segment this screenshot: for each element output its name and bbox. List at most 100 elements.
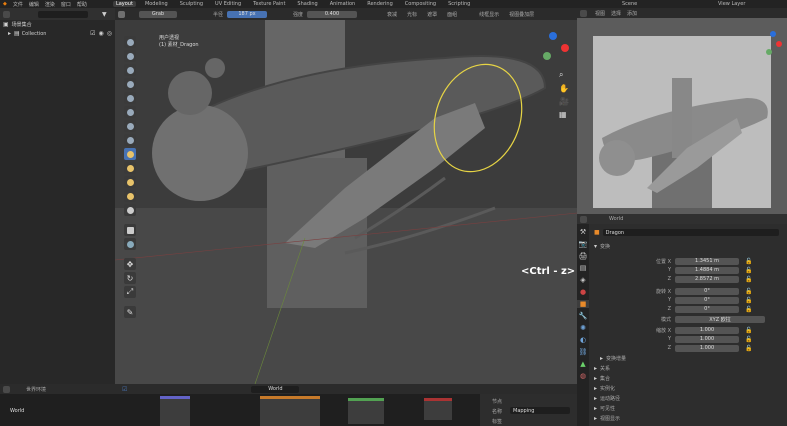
- node-editor-type-icon[interactable]: [3, 385, 10, 393]
- render-camera-icon[interactable]: ◎: [107, 30, 112, 37]
- viewport-overlay-menu[interactable]: 视图叠加层: [509, 11, 534, 18]
- tab-uv-editing[interactable]: UV Editing: [212, 1, 244, 7]
- preview-gizmo-z-icon[interactable]: [770, 31, 776, 37]
- node-name-field[interactable]: Mapping: [510, 407, 570, 414]
- instancing-expand-icon[interactable]: ▸: [594, 385, 597, 392]
- modifier-tab-icon[interactable]: 🔧: [577, 312, 589, 320]
- location-y-field[interactable]: 1.4884 m: [675, 266, 739, 274]
- thumb-tool[interactable]: [124, 176, 136, 188]
- tool-tab-icon[interactable]: ⚒: [577, 228, 589, 236]
- preview-add-menu[interactable]: 添加: [627, 10, 637, 17]
- data-tab-icon[interactable]: ▲: [577, 360, 589, 368]
- scale-z-lock-icon[interactable]: 🔓: [745, 345, 752, 352]
- outliner-editor-icon[interactable]: [3, 10, 10, 18]
- visibility-section[interactable]: ▸ 可见性: [591, 404, 785, 413]
- rotation-z-field[interactable]: 0°: [675, 305, 739, 313]
- rotation-x-field[interactable]: 0°: [675, 287, 739, 295]
- output-tab-icon[interactable]: 🖨: [577, 252, 589, 260]
- pan-hand-icon[interactable]: ✋: [559, 84, 571, 93]
- editor-type-icon[interactable]: [118, 10, 125, 18]
- delta-expand-icon[interactable]: ▸: [600, 355, 603, 362]
- gizmo-y-axis-icon[interactable]: [543, 52, 551, 60]
- mesh-filter-tool[interactable]: [124, 238, 136, 250]
- tab-layout[interactable]: Layout: [112, 1, 136, 7]
- location-z-field[interactable]: 2.8572 m: [675, 275, 739, 283]
- menu-window[interactable]: 窗口: [61, 1, 71, 8]
- node-editor-mode[interactable]: 世界环境: [26, 386, 46, 393]
- preview-viewport[interactable]: 视图 选择 添加: [577, 8, 787, 214]
- scale-x-lock-icon[interactable]: 🔓: [745, 327, 752, 334]
- strength-field[interactable]: 0.400: [307, 10, 358, 18]
- tab-rendering[interactable]: Rendering: [364, 1, 396, 7]
- world-datablock-field[interactable]: World: [251, 385, 300, 393]
- menu-file[interactable]: 文件: [13, 1, 23, 8]
- rotation-y-field[interactable]: 0°: [675, 296, 739, 304]
- node-output[interactable]: [424, 398, 452, 420]
- view-layer-tab-icon[interactable]: ▤: [577, 264, 589, 272]
- crease-tool[interactable]: [124, 134, 136, 146]
- outliner-search-input[interactable]: [38, 10, 88, 18]
- location-x-lock-icon[interactable]: 🔓: [745, 258, 752, 265]
- box-mask-tool[interactable]: [124, 224, 136, 236]
- rotation-mode-select[interactable]: XYZ 欧拉: [675, 315, 765, 323]
- visibility-checkbox-icon[interactable]: ☑: [90, 30, 95, 37]
- location-y-lock-icon[interactable]: 🔓: [745, 267, 752, 274]
- mask-tool[interactable]: [124, 204, 136, 216]
- preview-gizmo-y-icon[interactable]: [766, 49, 772, 55]
- gizmo-x-axis-icon[interactable]: [561, 44, 569, 52]
- rotate-tool[interactable]: ↻: [124, 272, 136, 284]
- camera-icon[interactable]: 🎥: [559, 97, 571, 106]
- scale-z-field[interactable]: 1.000: [675, 344, 739, 352]
- preview-gizmo[interactable]: [763, 30, 783, 60]
- pose-tool[interactable]: [124, 190, 136, 202]
- object-tab-icon[interactable]: ■: [577, 300, 589, 308]
- mask-menu[interactable]: 遮罩: [427, 11, 437, 18]
- outliner-collection-row[interactable]: ▸ ▤ Collection ☑ ◉ ◎: [0, 29, 115, 38]
- navigation-gizmo[interactable]: [535, 30, 571, 66]
- rotation-z-lock-icon[interactable]: 🔓: [745, 306, 752, 313]
- grid-icon[interactable]: ▦: [559, 110, 571, 119]
- tab-scripting[interactable]: Scripting: [445, 1, 473, 7]
- preview-view-menu[interactable]: 视图: [595, 10, 605, 17]
- relations-expand-icon[interactable]: ▸: [594, 365, 597, 372]
- filter-icon[interactable]: ▼: [102, 11, 107, 18]
- clay-strips-tool[interactable]: [124, 78, 136, 90]
- use-nodes-checkbox-icon[interactable]: ☑: [122, 386, 127, 393]
- location-x-field[interactable]: 1.3451 m: [675, 257, 739, 265]
- scale-x-field[interactable]: 1.000: [675, 326, 739, 334]
- scene-tab-icon[interactable]: ◈: [577, 276, 589, 284]
- view-layer-selector[interactable]: View Layer: [718, 1, 745, 7]
- render-tab-icon[interactable]: 📷: [577, 240, 589, 248]
- collections-expand-icon[interactable]: ▸: [594, 375, 597, 382]
- relations-section[interactable]: ▸ 关系: [591, 364, 785, 373]
- outliner-scene-row[interactable]: ▣ 场景集合: [0, 20, 115, 29]
- location-z-lock-icon[interactable]: 🔓: [745, 276, 752, 283]
- transform-expand-icon[interactable]: ▾: [594, 243, 597, 250]
- tab-shading[interactable]: Shading: [294, 1, 320, 7]
- falloff-menu[interactable]: 衰减: [387, 11, 397, 18]
- node-mapping[interactable]: [160, 396, 190, 426]
- visibility-expand-icon[interactable]: ▸: [594, 405, 597, 412]
- menu-edit[interactable]: 编辑: [29, 1, 39, 8]
- delta-transform-section[interactable]: ▸ 变换增量: [597, 354, 785, 363]
- particles-tab-icon[interactable]: ✺: [577, 324, 589, 332]
- clay-tool[interactable]: [124, 64, 136, 76]
- constraints-tab-icon[interactable]: ⛓: [577, 348, 589, 356]
- layer-tool[interactable]: [124, 92, 136, 104]
- tab-sculpting[interactable]: Sculpting: [177, 1, 206, 7]
- collections-section[interactable]: ▸ 集合: [591, 374, 785, 383]
- transform-section-header[interactable]: ▾ 变换: [591, 242, 785, 251]
- physics-tab-icon[interactable]: ◐: [577, 336, 589, 344]
- snake-hook-tool[interactable]: [124, 162, 136, 174]
- viewport-display-expand-icon[interactable]: ▸: [594, 415, 597, 422]
- annotate-tool[interactable]: ✎: [124, 306, 136, 318]
- viewport-display-section[interactable]: ▸ 视图显示: [591, 414, 785, 423]
- radius-field[interactable]: 187 px: [227, 10, 268, 18]
- material-tab-icon[interactable]: ◍: [577, 372, 589, 380]
- brush-selector[interactable]: Grab: [139, 10, 177, 18]
- tab-texture-paint[interactable]: Texture Paint: [250, 1, 288, 7]
- menu-help[interactable]: 帮助: [77, 1, 87, 8]
- sculpt-viewport[interactable]: Grab 半径 187 px 强度 0.400 衰减 光标 遮罩 面组 线框显示…: [115, 8, 577, 384]
- tab-compositing[interactable]: Compositing: [402, 1, 439, 7]
- collection-expand-icon[interactable]: ▸: [8, 30, 11, 37]
